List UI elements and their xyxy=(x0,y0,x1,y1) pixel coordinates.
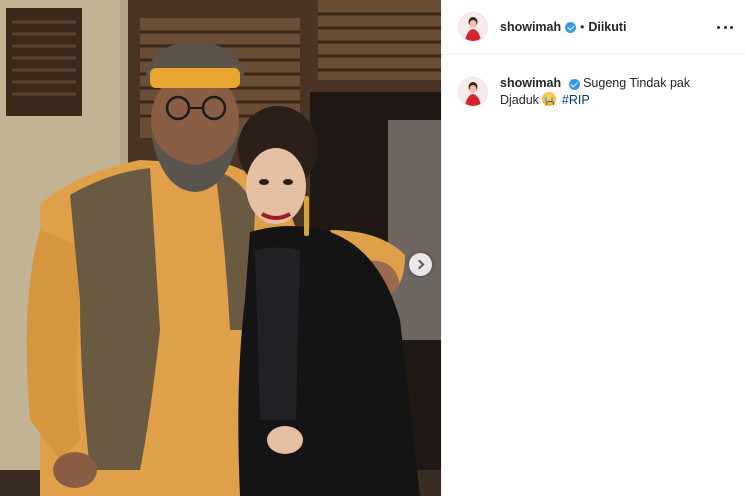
avatar[interactable] xyxy=(458,12,488,42)
post-side-panel: showimah • Diikuti showimah Sugeng Tinda… xyxy=(441,0,745,496)
caption-avatar-image xyxy=(459,78,487,106)
verified-badge-icon xyxy=(568,79,580,90)
caption-text: showimah Sugeng Tindak pak Djaduk #RIP xyxy=(500,75,720,109)
separator-dot: • xyxy=(580,20,585,34)
caption: showimah Sugeng Tindak pak Djaduk #RIP xyxy=(442,55,745,109)
caption-avatar[interactable] xyxy=(458,77,488,107)
crying-face-icon xyxy=(542,92,557,106)
caption-username-link[interactable]: showimah xyxy=(500,76,561,90)
hashtag-link[interactable]: #RIP xyxy=(562,93,590,107)
verified-badge-icon xyxy=(565,21,577,33)
next-photo-button[interactable] xyxy=(409,253,432,276)
avatar-image xyxy=(459,13,487,41)
chevron-right-icon xyxy=(414,259,424,270)
post-header: showimah • Diikuti xyxy=(442,0,745,55)
username-link[interactable]: showimah xyxy=(500,20,561,34)
following-button[interactable]: Diikuti xyxy=(588,20,626,34)
post-photo[interactable] xyxy=(0,0,441,496)
more-options-icon[interactable] xyxy=(717,19,733,35)
post-photo-image xyxy=(0,0,441,496)
